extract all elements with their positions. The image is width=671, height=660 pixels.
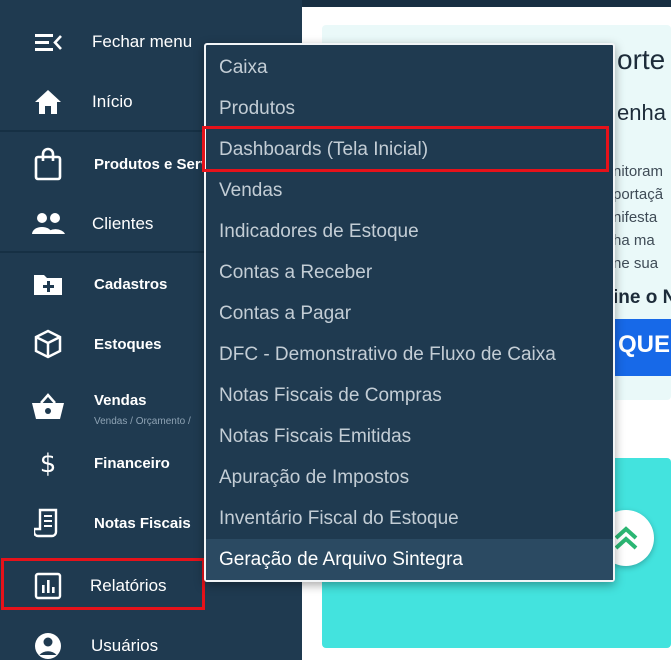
sidebar-item-label: Cadastros bbox=[94, 275, 168, 293]
relatorios-dropdown: Caixa Produtos Dashboards (Tela Inicial)… bbox=[204, 43, 615, 582]
relatorios-highlight bbox=[1, 558, 205, 610]
promo-subtitle: enha n bbox=[617, 100, 671, 125]
menu-item-produtos[interactable]: Produtos bbox=[206, 88, 613, 129]
menu-item-dfc[interactable]: DFC - Demonstrativo de Fluxo de Caixa bbox=[206, 334, 613, 375]
sidebar-item-sublabel: Vendas / Orçamento / bbox=[94, 416, 191, 427]
home-icon bbox=[30, 84, 66, 120]
promo-text-line: ha ma bbox=[613, 232, 655, 249]
menu-item-apuracao-impostos[interactable]: Apuração de Impostos bbox=[206, 457, 613, 498]
sidebar-item-label: Usuários bbox=[91, 636, 159, 655]
folder-add-icon bbox=[30, 266, 66, 302]
promo-text-line: nifesta bbox=[613, 209, 658, 226]
sidebar-item-label: Notas Fiscais bbox=[94, 514, 191, 532]
sidebar-item-label: Financeiro bbox=[94, 454, 170, 472]
promo-text-line: portaçã bbox=[613, 186, 664, 203]
promo-title: orte bbox=[617, 44, 666, 75]
sidebar-item-label: Clientes bbox=[92, 214, 154, 233]
dashboards-highlight bbox=[202, 126, 609, 172]
menu-collapse-icon bbox=[30, 24, 66, 60]
menu-item-nf-compras[interactable]: Notas Fiscais de Compras bbox=[206, 375, 613, 416]
promo-text-line: ne sua bbox=[613, 255, 659, 272]
promo-bold-line: ine o N bbox=[613, 287, 671, 308]
menu-item-vendas[interactable]: Vendas bbox=[206, 170, 613, 211]
menu-item-nf-emitidas[interactable]: Notas Fiscais Emitidas bbox=[206, 416, 613, 457]
svg-text:$: $ bbox=[40, 449, 57, 479]
menu-item-inventario-fiscal[interactable]: Inventário Fiscal do Estoque bbox=[206, 498, 613, 539]
double-chevron-up-icon bbox=[614, 526, 638, 550]
sidebar-item-label: Estoques bbox=[94, 335, 162, 353]
menu-item-contas-receber[interactable]: Contas a Receber bbox=[206, 252, 613, 293]
menu-item-sintegra[interactable]: Geração de Arquivo Sintegra bbox=[206, 539, 613, 580]
shopping-bag-icon bbox=[30, 146, 66, 182]
sidebar-item-label: Vendas bbox=[94, 392, 147, 409]
people-icon bbox=[30, 206, 66, 242]
dollar-icon: $ bbox=[30, 445, 66, 481]
sidebar-item-label: Início bbox=[92, 92, 133, 111]
receipt-icon bbox=[30, 505, 66, 541]
menu-item-indicadores-estoque[interactable]: Indicadores de Estoque bbox=[206, 211, 613, 252]
promo-cta-button[interactable]: QUE bbox=[610, 319, 671, 376]
sidebar-item-usuarios[interactable]: Usuários bbox=[0, 626, 302, 660]
box-icon bbox=[30, 326, 66, 362]
basket-icon bbox=[30, 389, 66, 425]
user-circle-icon bbox=[30, 628, 66, 660]
menu-item-contas-pagar[interactable]: Contas a Pagar bbox=[206, 293, 613, 334]
promo-text-line: nitoram bbox=[613, 163, 664, 180]
menu-item-caixa[interactable]: Caixa bbox=[206, 47, 613, 88]
close-menu-label: Fechar menu bbox=[92, 32, 193, 51]
